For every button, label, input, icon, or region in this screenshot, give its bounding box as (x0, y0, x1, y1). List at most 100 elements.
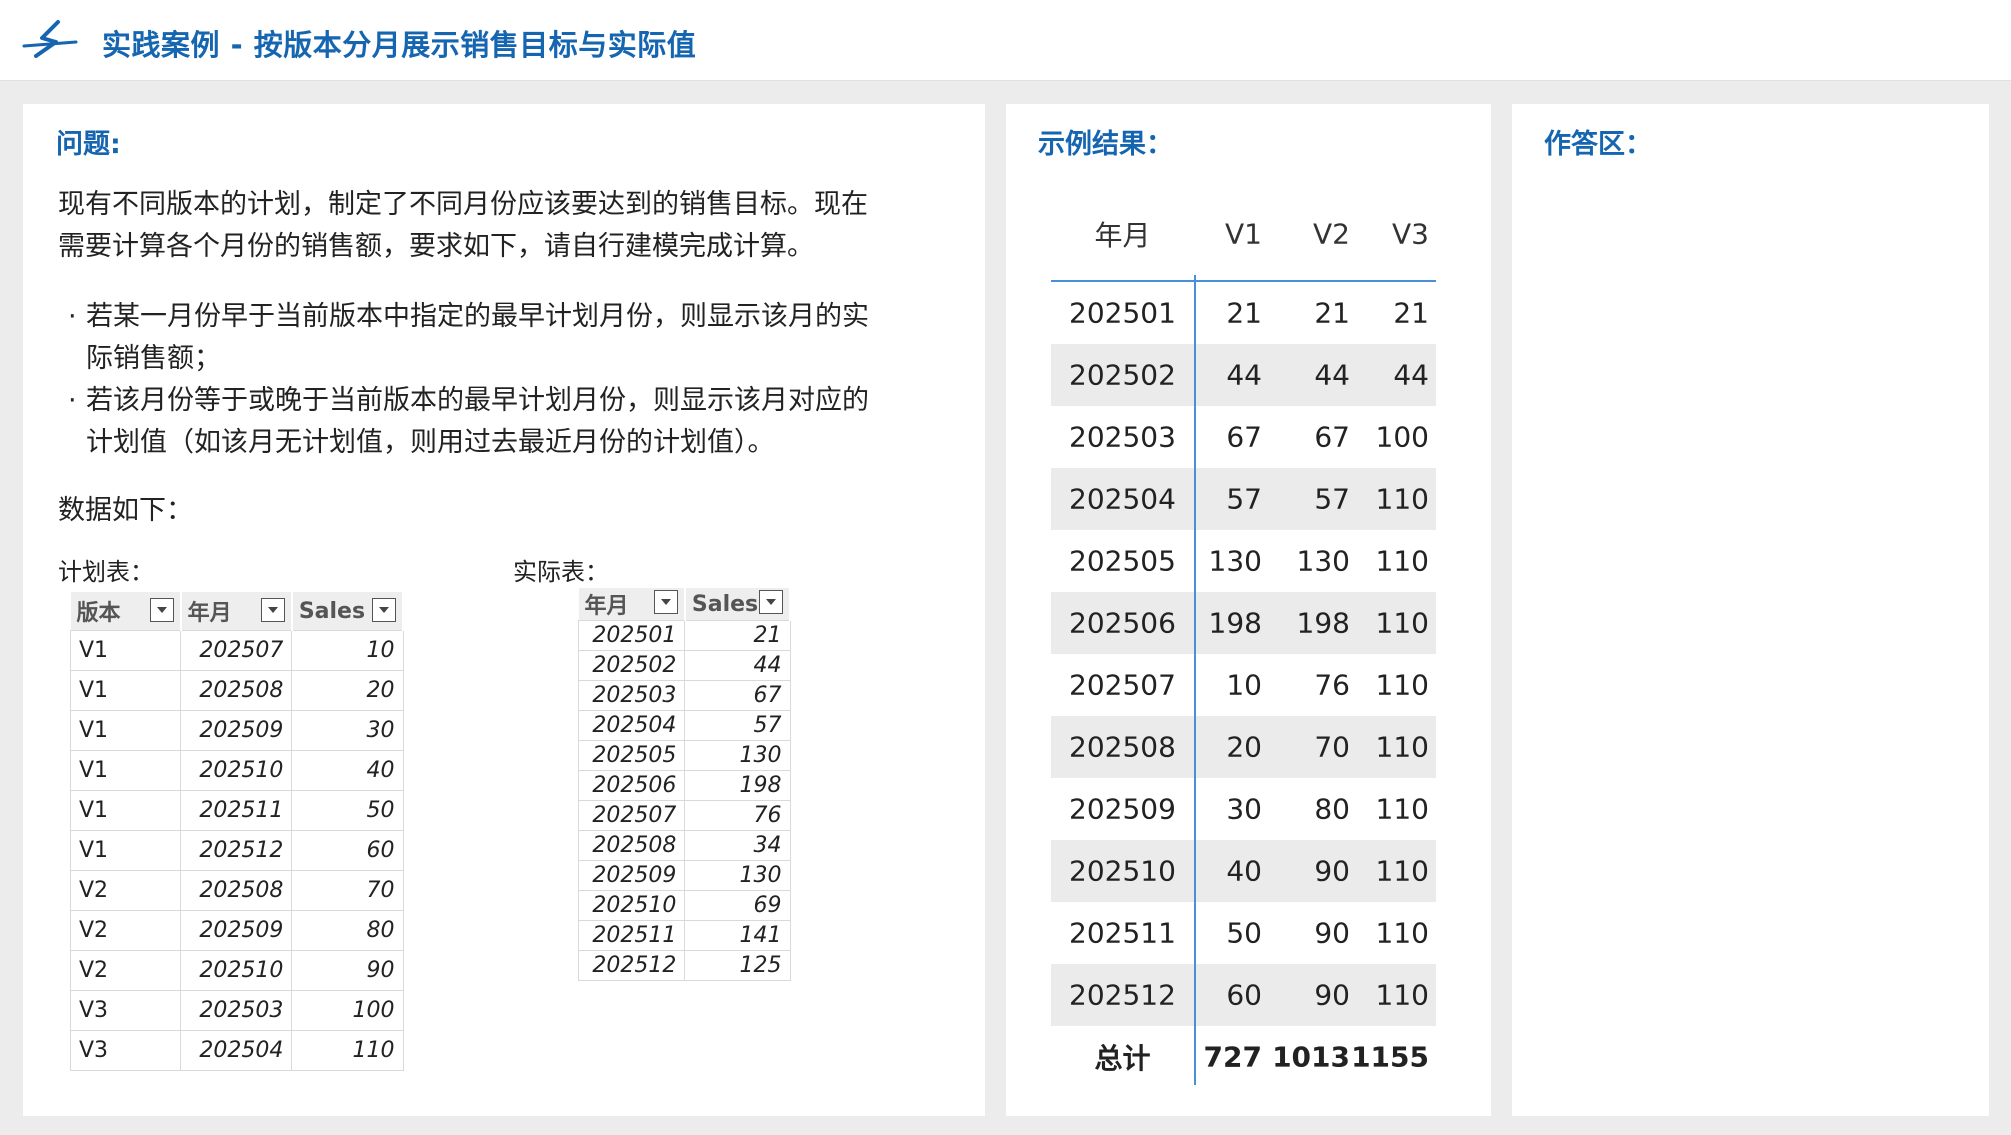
actual-col-header[interactable]: Sales (684, 588, 792, 621)
table-cell: 202503 (180, 990, 293, 1031)
result-cell: 60 (1226, 978, 1262, 1012)
filter-dropdown-icon[interactable] (149, 598, 174, 622)
table-cell: V1 (69, 710, 182, 751)
result-col-header: 年月 (1094, 219, 1151, 252)
result-cell: 110 (1375, 482, 1429, 516)
table-row: V1 202508 20 (69, 670, 404, 711)
table-row: V2 202508 70 (69, 870, 404, 911)
result-col-header: V2 (1313, 217, 1350, 251)
table-cell: V1 (69, 670, 182, 711)
table-cell: 202508 (180, 870, 293, 911)
plan-col-header[interactable]: 版本 (70, 592, 182, 631)
total-value: 727 (1203, 1040, 1262, 1074)
result-cell: 20 (1226, 730, 1262, 764)
intro-line-2: 需要计算各个月份的销售额，要求如下，请自行建模完成计算。 (58, 231, 814, 262)
table-row: 202501 21 (577, 620, 791, 651)
table-cell: 202511 (577, 920, 686, 951)
result-header-row: 年月 V1 V2 V3 (1051, 188, 1436, 282)
table-cell: 90 (291, 950, 404, 991)
rule-line: 计划值（如该月无计划值，则用过去最近月份的计划值）。 (86, 427, 775, 458)
table-row: V1 202510 40 (69, 750, 404, 791)
plan-table-label: 计划表： (58, 558, 154, 586)
table-cell: 202505 (577, 740, 686, 771)
table-cell: V1 (69, 790, 182, 831)
rule-line: 若该月份等于或晚于当前版本的最早计划月份，则显示该月对应的 (86, 385, 869, 416)
data-label: 数据如下： (58, 495, 193, 526)
table-cell: 20 (291, 670, 404, 711)
plan-table: 版本 年月 Sales V1 202507 10 V1 202508 20 V1 202509… (69, 592, 405, 1071)
table-row: 202502 44 (577, 650, 791, 681)
result-cell: 110 (1375, 978, 1429, 1012)
table-cell: 202503 (577, 680, 686, 711)
table-row: 202505 130 (577, 740, 791, 771)
total-value: 1155 (1351, 1040, 1429, 1074)
table-cell: 57 (684, 710, 791, 741)
table-cell: V3 (69, 1030, 182, 1071)
result-row-header-divider (1194, 275, 1196, 1085)
table-cell: 34 (684, 830, 791, 861)
result-row-label: 202507 (1069, 668, 1176, 702)
result-row: 202503 67 67 100 (1051, 406, 1436, 468)
table-cell: V2 (69, 870, 182, 911)
rule-line: 若某一月份早于当前版本中指定的最早计划月份，则显示该月的实 (86, 301, 869, 332)
table-cell: 67 (684, 680, 791, 711)
result-cell: 57 (1226, 482, 1262, 516)
table-cell: 60 (291, 830, 404, 871)
result-cell: 21 (1393, 296, 1429, 330)
result-row: 202504 57 57 110 (1051, 468, 1436, 530)
result-row-label: 202506 (1069, 606, 1176, 640)
total-value: 1013 (1272, 1040, 1350, 1074)
result-cell: 110 (1375, 606, 1429, 640)
table-cell: 69 (684, 890, 791, 921)
result-row: 202509 30 80 110 (1051, 778, 1436, 840)
result-cell: 67 (1226, 420, 1262, 454)
table-cell: 141 (684, 920, 791, 951)
table-row: V1 202512 60 (69, 830, 404, 871)
filter-dropdown-icon[interactable] (653, 590, 678, 614)
result-row-label: 202512 (1069, 978, 1176, 1012)
result-cell: 110 (1375, 668, 1429, 702)
plan-col-header[interactable]: Sales (291, 592, 405, 631)
result-cell: 110 (1375, 730, 1429, 764)
answer-panel[interactable]: 作答区： (1512, 104, 1989, 1116)
table-cell: V1 (69, 630, 182, 671)
filter-dropdown-icon[interactable] (260, 598, 285, 622)
table-cell: 130 (684, 740, 791, 771)
result-row: 202507 10 76 110 (1051, 654, 1436, 716)
table-cell: 76 (684, 800, 791, 831)
table-row: 202504 57 (577, 710, 791, 741)
result-cell: 90 (1314, 916, 1350, 950)
filter-dropdown-icon[interactable] (372, 598, 396, 622)
table-cell: 100 (291, 990, 404, 1031)
table-cell: 130 (684, 860, 791, 891)
swoosh-logo-icon (22, 20, 78, 58)
table-row: V2 202510 90 (69, 950, 404, 991)
table-row: V3 202503 100 (69, 990, 404, 1031)
result-row-label: 202510 (1069, 854, 1176, 888)
actual-col-header[interactable]: 年月 (578, 588, 686, 621)
result-cell: 44 (1393, 358, 1429, 392)
result-cell: 30 (1226, 792, 1262, 826)
result-heading: 示例结果： (1038, 129, 1173, 160)
actual-table-label: 实际表： (513, 558, 609, 586)
table-row: V1 202509 30 (69, 710, 404, 751)
table-cell: 202501 (577, 620, 686, 651)
result-col-header: V3 (1392, 217, 1429, 251)
table-row: 202503 67 (577, 680, 791, 711)
table-cell: 202509 (577, 860, 686, 891)
table-cell: 202511 (180, 790, 293, 831)
result-row: 202501 21 21 21 (1051, 282, 1436, 344)
table-cell: 40 (291, 750, 404, 791)
result-cell: 50 (1226, 916, 1262, 950)
result-total-row: 总计 727 1013 1155 (1051, 1026, 1436, 1088)
result-row-label: 202502 (1069, 358, 1176, 392)
result-cell: 10 (1226, 668, 1262, 702)
result-row-label: 202505 (1069, 544, 1176, 578)
result-cell: 40 (1226, 854, 1262, 888)
filter-dropdown-icon[interactable] (759, 590, 783, 614)
plan-col-header[interactable]: 年月 (180, 592, 293, 631)
total-label: 总计 (1094, 1042, 1151, 1075)
table-cell: 44 (684, 650, 791, 681)
table-cell: 202510 (180, 950, 293, 991)
result-cell: 44 (1226, 358, 1262, 392)
